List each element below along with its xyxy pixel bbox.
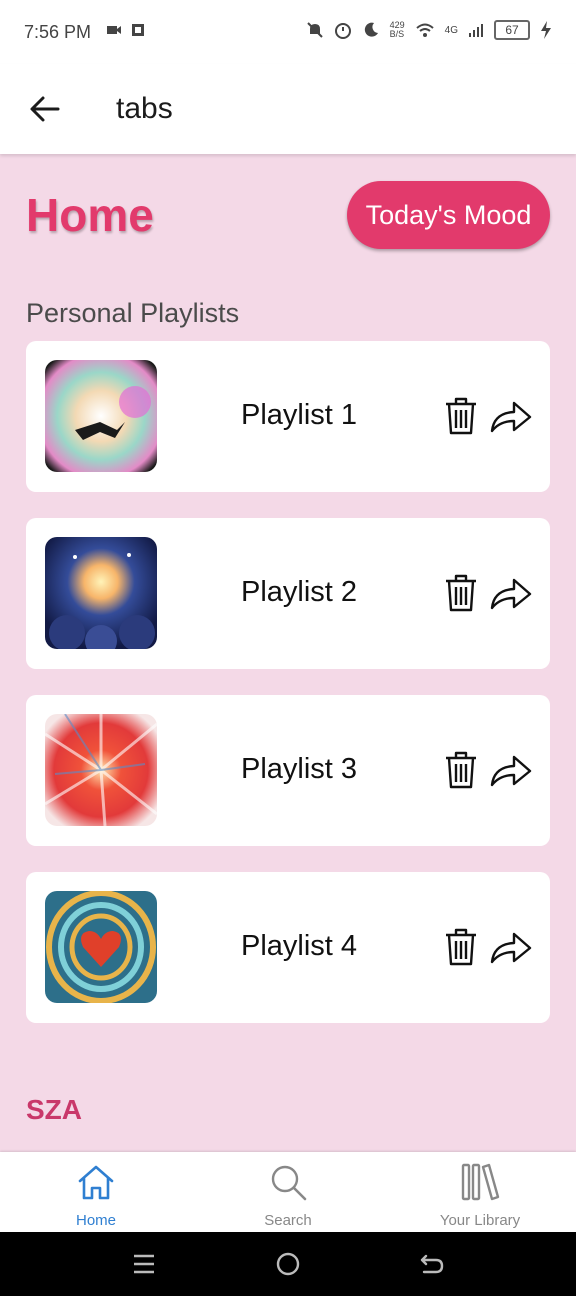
playlist-cover-image [45, 360, 157, 472]
nav-home[interactable]: Home [0, 1152, 192, 1232]
battery-icon: 67 [494, 20, 530, 40]
personal-playlists-title: Personal Playlists [26, 298, 240, 328]
playlist-title: Playlist 2 [241, 576, 358, 608]
todays-mood-button[interactable]: Today's Mood [347, 181, 550, 249]
back-icon[interactable] [418, 1250, 446, 1278]
net-speed: 429 B/S [389, 20, 405, 39]
nav-search-label: Search [264, 1212, 312, 1229]
wifi-icon [415, 23, 434, 37]
playlist-cover-image [45, 891, 157, 1003]
share-icon[interactable] [490, 576, 532, 612]
share-icon[interactable] [490, 930, 532, 966]
artist-section-title: SZA [26, 1094, 82, 1125]
alarm-icon [334, 23, 351, 39]
mute-icon [306, 22, 323, 38]
app-bar: tabs [0, 64, 576, 154]
playlist-card[interactable]: Playlist 1 [26, 341, 550, 492]
moon-icon [364, 22, 378, 37]
status-time: 7:56 PM [24, 22, 92, 42]
notification-icon [132, 24, 144, 36]
back-arrow-icon[interactable] [28, 92, 62, 126]
home-icon [78, 1165, 114, 1200]
nav-library[interactable]: Your Library [384, 1152, 576, 1232]
playlist-card[interactable]: Playlist 4 [26, 872, 550, 1023]
playlist-title: Playlist 1 [241, 399, 358, 431]
playlist-title: Playlist 4 [241, 930, 358, 962]
playlist-card[interactable]: Playlist 2 [26, 518, 550, 669]
recent-apps-icon[interactable] [130, 1250, 158, 1278]
trash-icon[interactable] [442, 396, 480, 436]
signal-icon [469, 24, 483, 37]
share-icon[interactable] [490, 399, 532, 435]
trash-icon[interactable] [442, 750, 480, 790]
trash-icon[interactable] [442, 927, 480, 967]
status-right-icons: 429 B/S 4G 67 [306, 20, 552, 40]
home-circle-icon[interactable] [274, 1250, 302, 1278]
playlist-title: Playlist 3 [241, 753, 358, 785]
app-bar-title: tabs [116, 92, 173, 125]
bottom-navigation: Home Search Your Library [0, 1152, 576, 1232]
search-icon [271, 1165, 307, 1201]
nav-home-label: Home [75, 1212, 116, 1229]
playlist-cover-image [45, 714, 157, 826]
status-bar: 7:56 PM 429 B/S 4G 67 [0, 0, 576, 64]
trash-icon[interactable] [442, 573, 480, 613]
video-icon [107, 26, 121, 34]
nav-library-label: Your Library [439, 1212, 521, 1229]
playlist-cover-image [45, 537, 157, 649]
share-icon[interactable] [490, 753, 532, 789]
playlist-card[interactable]: Playlist 3 [26, 695, 550, 846]
page-title: Home [26, 189, 154, 241]
system-navigation-bar [0, 1232, 576, 1296]
library-icon [461, 1163, 500, 1201]
network-type: 4G [444, 24, 458, 36]
nav-search[interactable]: Search [192, 1152, 384, 1232]
charging-icon [541, 21, 551, 39]
status-left-icons [106, 22, 146, 38]
